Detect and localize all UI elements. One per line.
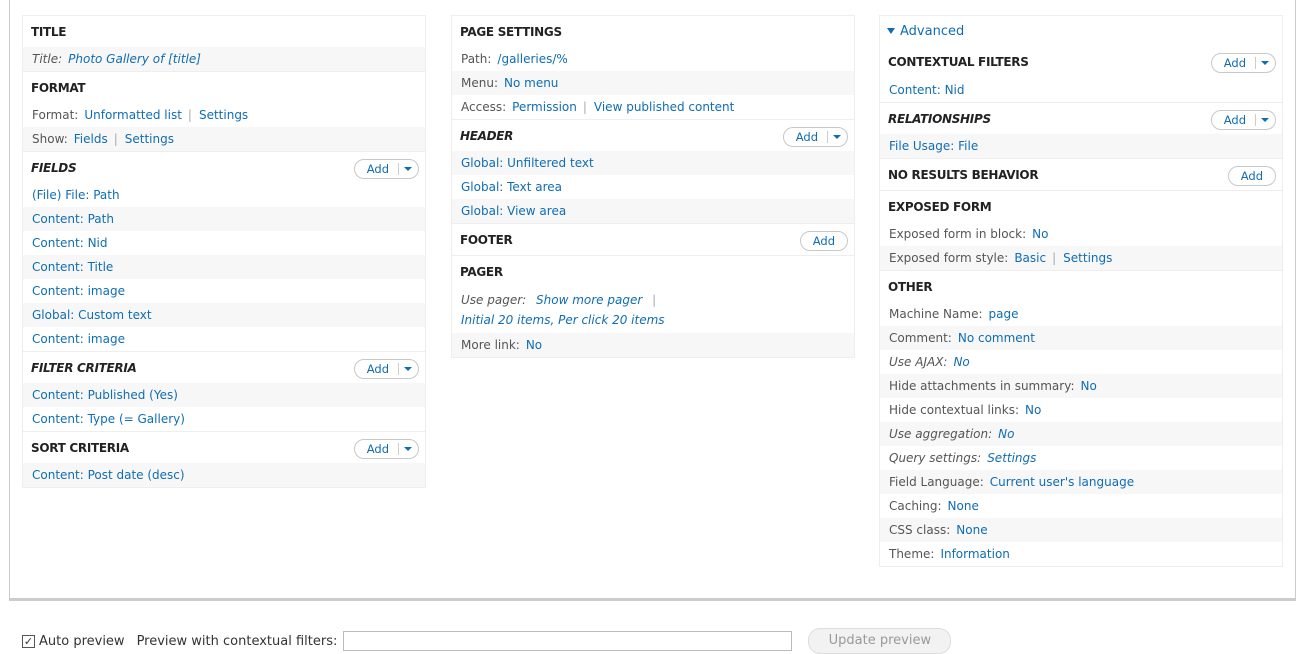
show-row: Show: Fields | Settings xyxy=(23,127,425,151)
chevron-down-icon[interactable] xyxy=(398,163,418,175)
triangle-down-icon xyxy=(887,28,895,34)
format-row: Format: Unformatted list | Settings xyxy=(32,108,249,122)
title-value-link[interactable]: Photo Gallery of [title] xyxy=(68,52,201,66)
path-link[interactable]: /galleries/% xyxy=(497,52,567,66)
title-section-heading: TITLE xyxy=(31,24,67,39)
other-row-machine-name: Machine Name: page xyxy=(889,307,1019,321)
sort-item[interactable]: Content: Post date (desc) xyxy=(23,463,425,487)
header-item[interactable]: Global: Text area xyxy=(452,175,854,199)
filter-item[interactable]: Content: Published (Yes) xyxy=(23,383,425,407)
menu-row: Menu: No menu xyxy=(452,71,854,95)
preview-controls: ✓ Auto preview Preview with contextual f… xyxy=(22,628,952,654)
contextual-filters-label: Preview with contextual filters: xyxy=(136,633,338,649)
menu-link[interactable]: No menu xyxy=(504,76,558,90)
more-link-row: More link: No xyxy=(452,333,854,357)
field-item[interactable]: Content: Nid xyxy=(23,231,425,255)
field-item[interactable]: Content: image xyxy=(23,279,425,303)
other-row-css-class: CSS class: None xyxy=(880,518,1282,542)
path-row: Path: /galleries/% xyxy=(461,52,568,66)
header-item[interactable]: Global: View area xyxy=(452,199,854,223)
header-add-button[interactable]: Add xyxy=(782,127,848,147)
other-row-use-ajax: Use AJAX: No xyxy=(889,355,970,369)
auto-preview-checkbox[interactable]: ✓ xyxy=(22,634,35,648)
other-row-hide-attachments: Hide attachments in summary: No xyxy=(880,374,1282,398)
other-row-query-settings: Query settings: Settings xyxy=(889,451,1037,465)
chevron-down-icon[interactable] xyxy=(398,443,418,455)
other-row-caching: Caching: None xyxy=(889,499,979,513)
format-value-link[interactable]: Unformatted list xyxy=(84,108,182,122)
filter-criteria-heading: FILTER CRITERIA Add xyxy=(23,351,425,383)
header-item[interactable]: Global: Unfiltered text xyxy=(452,151,854,175)
chevron-down-icon[interactable] xyxy=(1255,57,1275,69)
column-right: Advanced CONTEXTUAL FILTERS Add Content:… xyxy=(879,15,1283,567)
separator: | xyxy=(1052,251,1057,265)
exposed-style-settings-link[interactable]: Settings xyxy=(1063,251,1112,265)
other-heading: OTHER xyxy=(880,270,1282,302)
field-item[interactable]: Content: image xyxy=(23,327,425,351)
footer-add-button[interactable]: Add xyxy=(799,231,848,251)
format-settings-link[interactable]: Settings xyxy=(199,108,248,122)
fields-section-heading: FIELDS Add xyxy=(23,151,425,183)
title-row: Title: Photo Gallery of [title] xyxy=(23,47,425,71)
access-link[interactable]: Permission xyxy=(512,100,577,114)
contextual-filters-heading: CONTEXTUAL FILTERS Add xyxy=(880,46,1282,78)
contextual-filters-add-button[interactable]: Add xyxy=(1210,53,1276,73)
chevron-down-icon[interactable] xyxy=(1255,114,1275,126)
sort-criteria-add-button[interactable]: Add xyxy=(353,439,419,459)
separator: | xyxy=(582,100,587,114)
access-detail-link[interactable]: View published content xyxy=(594,100,734,114)
other-row-comment: Comment: No comment xyxy=(880,326,1282,350)
pager-row: Use pager: Show more pager | Initial 20 … xyxy=(461,293,665,327)
filter-criteria-add-button[interactable]: Add xyxy=(353,359,419,379)
separator: | xyxy=(652,293,657,307)
exposed-in-block-row: Exposed form in block: No xyxy=(889,227,1049,241)
column-middle: PAGE SETTINGS Path: /galleries/% Menu: N… xyxy=(451,15,855,358)
auto-preview-label: Auto preview xyxy=(39,633,125,649)
other-row-use-aggregation: Use aggregation: No xyxy=(880,422,1282,446)
other-row-hide-contextual-links: Hide contextual links: No xyxy=(889,403,1042,417)
show-value-link[interactable]: Fields xyxy=(74,132,108,146)
page-settings-heading: PAGE SETTINGS xyxy=(460,24,562,39)
fields-add-button[interactable]: Add xyxy=(353,159,419,179)
exposed-style-link[interactable]: Basic xyxy=(1014,251,1046,265)
exposed-in-block-link[interactable]: No xyxy=(1032,227,1048,241)
update-preview-button[interactable]: Update preview xyxy=(808,628,952,654)
pager-type-link[interactable]: Show more pager xyxy=(536,293,642,307)
chevron-down-icon[interactable] xyxy=(398,363,418,375)
field-item[interactable]: Global: Custom text xyxy=(23,303,425,327)
contextual-filter-item[interactable]: Content: Nid xyxy=(880,78,1282,102)
format-section-heading: FORMAT xyxy=(23,71,425,103)
chevron-down-icon[interactable] xyxy=(827,131,847,143)
no-results-add-button[interactable]: Add xyxy=(1227,166,1276,186)
field-item[interactable]: (File) File: Path xyxy=(23,183,425,207)
footer-section-heading: FOOTER Add xyxy=(452,223,854,255)
advanced-toggle[interactable]: Advanced xyxy=(880,16,1282,46)
other-row-field-language: Field Language: Current user's language xyxy=(880,470,1282,494)
separator: | xyxy=(113,132,118,146)
exposed-style-row: Exposed form style: Basic | Settings xyxy=(880,246,1282,270)
separator: | xyxy=(187,108,192,122)
exposed-form-heading: EXPOSED FORM xyxy=(880,190,1282,222)
pager-section-heading: PAGER xyxy=(452,255,854,287)
sort-criteria-heading: SORT CRITERIA Add xyxy=(23,431,425,463)
field-item[interactable]: Content: Title xyxy=(23,255,425,279)
other-row-theme: Theme: Information xyxy=(889,547,1010,561)
relationship-item[interactable]: File Usage: File xyxy=(880,134,1282,158)
filter-item[interactable]: Content: Type (= Gallery) xyxy=(23,407,425,431)
relationships-add-button[interactable]: Add xyxy=(1210,110,1276,130)
contextual-filters-input[interactable] xyxy=(343,631,793,651)
access-row: Access: Permission | View published cont… xyxy=(461,100,735,114)
no-results-heading: NO RESULTS BEHAVIOR Add xyxy=(880,158,1282,190)
show-settings-link[interactable]: Settings xyxy=(125,132,174,146)
more-link-value[interactable]: No xyxy=(526,338,542,352)
column-left: TITLE Title: Photo Gallery of [title] FO… xyxy=(22,15,426,488)
pager-options-link[interactable]: Initial 20 items, Per click 20 items xyxy=(461,313,665,327)
relationships-heading: RELATIONSHIPS Add xyxy=(880,102,1282,134)
field-item[interactable]: Content: Path xyxy=(23,207,425,231)
header-section-heading: HEADER Add xyxy=(452,119,854,151)
